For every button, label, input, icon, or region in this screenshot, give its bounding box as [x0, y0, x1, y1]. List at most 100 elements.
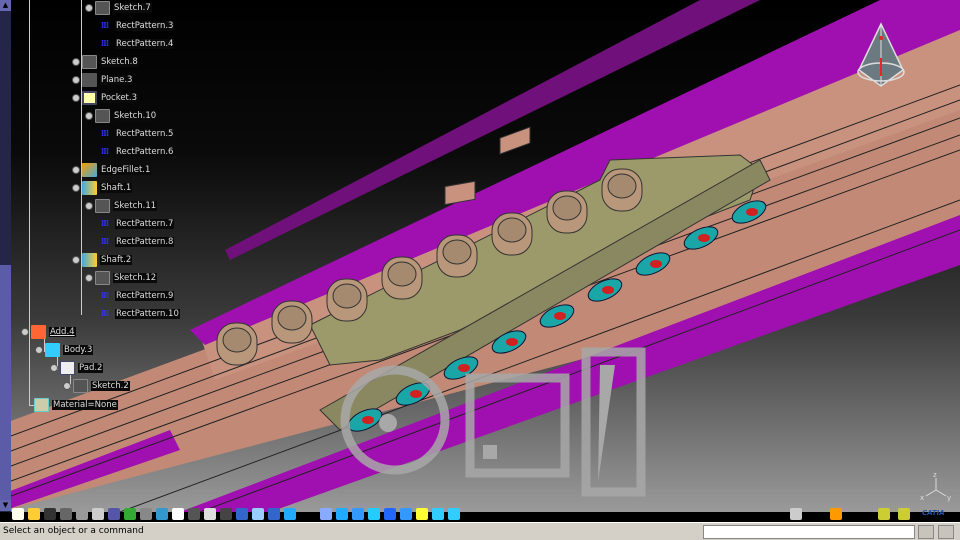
toolbar-button-icon[interactable]	[92, 507, 104, 520]
tree-node[interactable]: ⁞⁞⁞ RectPattern.4	[97, 36, 175, 52]
expand-toggle-icon[interactable]	[50, 364, 58, 372]
tree-node[interactable]: ⁞⁞⁞ RectPattern.9	[97, 288, 175, 304]
toolbar-button-icon[interactable]	[124, 507, 136, 520]
expand-toggle-icon[interactable]	[85, 202, 93, 210]
toolbar-button-icon[interactable]	[352, 507, 364, 520]
toolbar-button-icon[interactable]	[12, 507, 24, 520]
tree-node[interactable]: ⁞⁞⁞ RectPattern.7	[97, 216, 175, 232]
sketch-icon	[95, 109, 110, 123]
expand-toggle-icon[interactable]	[72, 58, 80, 66]
tree-node[interactable]: Material=None	[34, 397, 118, 413]
toolbar-button-icon[interactable]	[368, 507, 380, 520]
toolbar-button-icon[interactable]	[220, 507, 232, 520]
toolbar-button-icon[interactable]	[28, 507, 40, 520]
tree-node[interactable]: Sketch.12	[85, 270, 158, 286]
toolbar-button-icon[interactable]	[252, 507, 264, 520]
tree-node[interactable]: ⁞⁞⁞ RectPattern.6	[97, 144, 175, 160]
command-execute-button[interactable]	[938, 525, 954, 539]
toolbar-button-icon[interactable]	[172, 507, 184, 520]
tree-node[interactable]: Sketch.7	[85, 0, 152, 16]
tree-node[interactable]: ⁞⁞⁞ RectPattern.5	[97, 126, 175, 142]
tree-node[interactable]: Sketch.8	[72, 54, 139, 70]
add-icon	[31, 325, 46, 339]
toolbar-button-icon[interactable]	[76, 507, 88, 520]
tree-node[interactable]: ⁞⁞⁞ RectPattern.8	[97, 234, 175, 250]
toolbar-button-icon[interactable]	[236, 507, 248, 520]
toolbar-button-icon[interactable]	[108, 507, 120, 520]
tree-node[interactable]: Shaft.2	[72, 252, 133, 268]
tree-node-label: Sketch.2	[91, 381, 130, 391]
roller-top	[546, 190, 588, 234]
toolbar-button-icon[interactable]	[432, 507, 444, 520]
roller-top	[216, 322, 258, 366]
toolbar-button-icon[interactable]	[336, 507, 348, 520]
tree-node-label: Sketch.7	[113, 3, 152, 13]
toolbar-button-icon[interactable]	[140, 507, 152, 520]
toolbar-button-icon[interactable]	[320, 507, 332, 520]
tree-node[interactable]: Pocket.3	[72, 90, 138, 106]
toolbar-button-icon[interactable]	[400, 507, 412, 520]
toolbar-button-icon[interactable]	[60, 507, 72, 520]
tree-node[interactable]: Body.3	[35, 342, 94, 358]
toolbar-button-icon[interactable]	[416, 507, 428, 520]
command-input[interactable]	[703, 525, 915, 539]
watermark-dot	[379, 414, 397, 432]
rect-pattern-icon: ⁞⁞⁞	[100, 129, 109, 139]
tree-node[interactable]: Add.4	[21, 324, 76, 340]
roller-top	[326, 278, 368, 322]
tree-node[interactable]: ⁞⁞⁞ RectPattern.10	[97, 306, 180, 322]
toolbar-button-icon[interactable]	[268, 507, 280, 520]
tree-node-label: Plane.3	[100, 75, 134, 85]
toolbar-button-icon[interactable]	[384, 507, 396, 520]
toolbar-button-icon[interactable]	[156, 507, 168, 520]
toolbar-button-icon[interactable]	[878, 507, 890, 520]
rect-pattern-icon: ⁞⁞⁞	[100, 39, 109, 49]
plane-icon	[82, 73, 97, 87]
expand-toggle-icon[interactable]	[72, 76, 80, 84]
tree-node[interactable]: Sketch.11	[85, 198, 158, 214]
sketch-icon	[95, 271, 110, 285]
toolbar-button-icon[interactable]	[204, 507, 216, 520]
expand-toggle-icon[interactable]	[72, 256, 80, 264]
expand-toggle-icon[interactable]	[21, 328, 29, 336]
tree-node[interactable]: Pad.2	[50, 360, 104, 376]
expand-toggle-icon[interactable]	[72, 184, 80, 192]
expand-toggle-icon[interactable]	[72, 166, 80, 174]
toolbar-button-icon[interactable]	[44, 507, 56, 520]
tree-node[interactable]: Shaft.1	[72, 180, 133, 196]
edge-fillet-icon	[82, 163, 97, 177]
compass[interactable]	[853, 20, 909, 96]
tree-node[interactable]: EdgeFillet.1	[72, 162, 152, 178]
tree-node-label: Pocket.3	[100, 93, 138, 103]
expand-toggle-icon[interactable]	[85, 274, 93, 282]
expand-toggle-icon[interactable]	[85, 112, 93, 120]
tree-node-label: RectPattern.6	[115, 147, 175, 157]
roller-top	[271, 300, 313, 344]
expand-toggle-icon[interactable]	[35, 346, 43, 354]
tree-node[interactable]: Sketch.2	[63, 378, 130, 394]
plate-window-2	[499, 126, 531, 155]
sketch-icon	[95, 1, 110, 15]
command-options-button[interactable]	[918, 525, 934, 539]
expand-toggle-icon[interactable]	[72, 94, 80, 102]
pocket-icon	[82, 91, 97, 105]
toolbar-button-icon[interactable]	[188, 507, 200, 520]
tree-node-label: RectPattern.3	[115, 21, 175, 31]
3d-viewport[interactable]: ▲ ▼ Sketch.7 ⁞⁞⁞ RectPattern.3 ⁞⁞⁞ RectPatte…	[0, 0, 960, 512]
catia-logo: CATIA	[922, 509, 945, 517]
toolbar-button-icon[interactable]	[448, 507, 460, 520]
tree-node-label: EdgeFillet.1	[100, 165, 152, 175]
roller-top	[491, 212, 533, 256]
tree-node-label: Body.3	[63, 345, 94, 355]
axis-triad: z x y	[918, 470, 954, 506]
expand-toggle-icon[interactable]	[63, 382, 71, 390]
toolbar-button-icon[interactable]	[898, 507, 910, 520]
expand-toggle-icon[interactable]	[85, 4, 93, 12]
tree-node[interactable]: ⁞⁞⁞ RectPattern.3	[97, 18, 175, 34]
tree-node[interactable]: Sketch.10	[85, 108, 158, 124]
toolbar-button-icon[interactable]	[790, 507, 802, 520]
tree-node[interactable]: Plane.3	[72, 72, 134, 88]
rect-pattern-icon: ⁞⁞⁞	[100, 237, 109, 247]
toolbar-button-icon[interactable]	[830, 507, 842, 520]
toolbar-button-icon[interactable]	[284, 507, 296, 520]
